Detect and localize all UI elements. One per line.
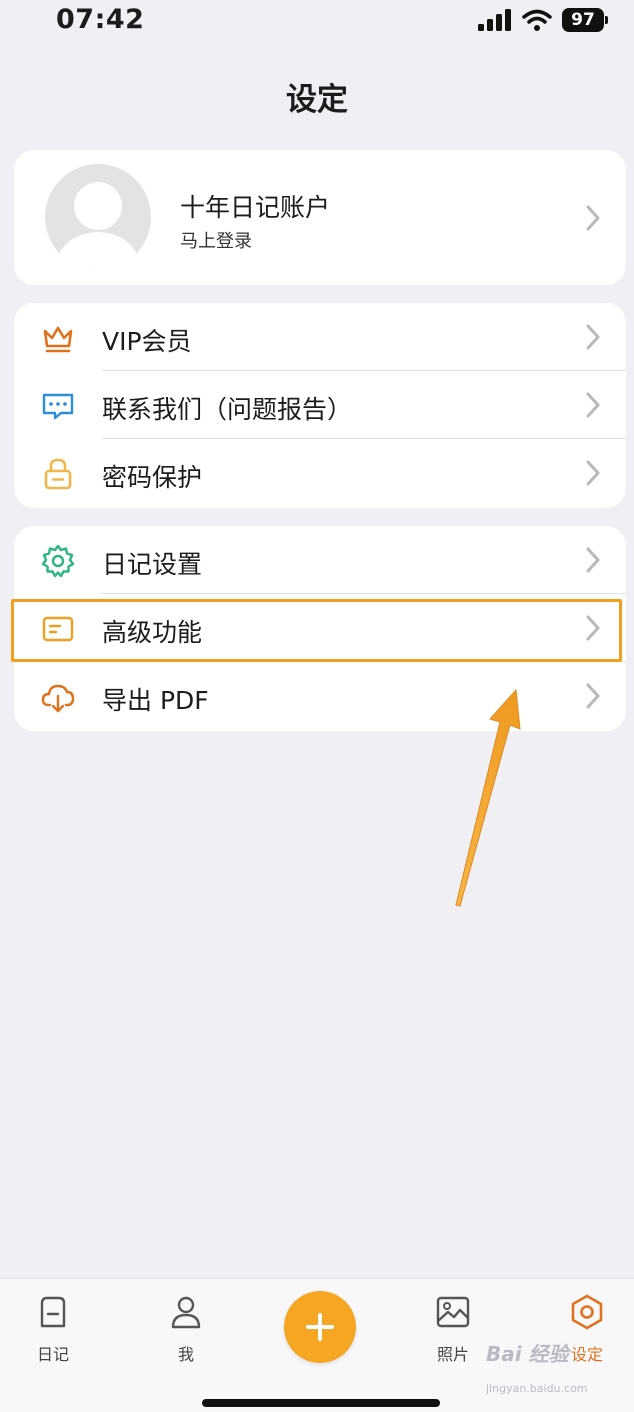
person-icon bbox=[171, 1296, 201, 1329]
avatar bbox=[45, 164, 151, 270]
diary-icon bbox=[40, 1296, 66, 1328]
status-icons: 97 bbox=[478, 8, 608, 32]
menu-item-label: VIP会员 bbox=[102, 327, 192, 356]
menu-item-diary-settings[interactable]: 日记设置 bbox=[14, 526, 626, 594]
menu-item-advanced[interactable]: 高级功能 bbox=[14, 594, 626, 662]
add-entry-button[interactable] bbox=[284, 1291, 356, 1363]
menu-item-label: 导出 PDF bbox=[102, 686, 209, 715]
chat-bubble-icon bbox=[42, 393, 74, 420]
tab-me[interactable]: 我 bbox=[146, 1293, 226, 1365]
status-bar: 07:42 97 bbox=[0, 0, 634, 44]
menu-item-label: 密码保护 bbox=[102, 463, 203, 492]
card-icon bbox=[42, 616, 74, 642]
tab-diary[interactable]: 日记 bbox=[13, 1293, 93, 1365]
status-time: 07:42 bbox=[56, 4, 145, 35]
tab-label: 照片 bbox=[436, 1345, 469, 1364]
wifi-icon bbox=[522, 9, 552, 31]
chevron-right-icon bbox=[586, 460, 600, 486]
chevron-right-icon bbox=[586, 392, 600, 418]
menu-item-export-pdf[interactable]: 导出 PDF bbox=[14, 662, 626, 730]
battery-icon: 97 bbox=[562, 8, 608, 32]
menu-item-label: 联系我们（问题报告） bbox=[102, 395, 353, 424]
tab-label: 日记 bbox=[36, 1345, 69, 1364]
chevron-right-icon bbox=[586, 615, 600, 641]
profile-name: 十年日记账户 bbox=[180, 193, 331, 222]
chevron-right-icon bbox=[586, 324, 600, 350]
tab-label: 我 bbox=[177, 1345, 194, 1364]
plus-icon bbox=[306, 1313, 334, 1341]
profile-card[interactable]: 十年日记账户 马上登录 bbox=[14, 150, 626, 285]
menu-item-label: 高级功能 bbox=[102, 618, 203, 647]
signal-icon bbox=[478, 9, 511, 31]
watermark-url: jingyan.baidu.com bbox=[486, 1382, 588, 1395]
gear-icon bbox=[41, 544, 75, 578]
page-title: 设定 bbox=[286, 82, 348, 118]
menu-group-account: VIP会员 联系我们（问题报告） 密码保护 bbox=[14, 303, 626, 508]
home-indicator bbox=[202, 1399, 440, 1407]
battery-level: 97 bbox=[571, 10, 595, 30]
watermark: Bai 经验 bbox=[486, 1342, 569, 1366]
chevron-right-icon bbox=[586, 683, 600, 709]
menu-group-diary: 日记设置 高级功能 导出 PDF bbox=[14, 526, 626, 731]
menu-item-vip[interactable]: VIP会员 bbox=[14, 303, 626, 371]
cloud-download-icon bbox=[41, 684, 75, 713]
lock-icon bbox=[44, 458, 72, 490]
hexagon-gear-icon bbox=[571, 1294, 603, 1330]
chevron-right-icon bbox=[586, 205, 600, 231]
photo-icon bbox=[436, 1296, 470, 1328]
login-link[interactable]: 马上登录 bbox=[180, 227, 252, 253]
menu-item-password[interactable]: 密码保护 bbox=[14, 439, 626, 507]
menu-item-contact[interactable]: 联系我们（问题报告） bbox=[14, 371, 626, 439]
tab-photos[interactable]: 照片 bbox=[413, 1293, 493, 1365]
chevron-right-icon bbox=[586, 547, 600, 573]
crown-icon bbox=[43, 326, 73, 353]
menu-item-label: 日记设置 bbox=[102, 550, 203, 579]
